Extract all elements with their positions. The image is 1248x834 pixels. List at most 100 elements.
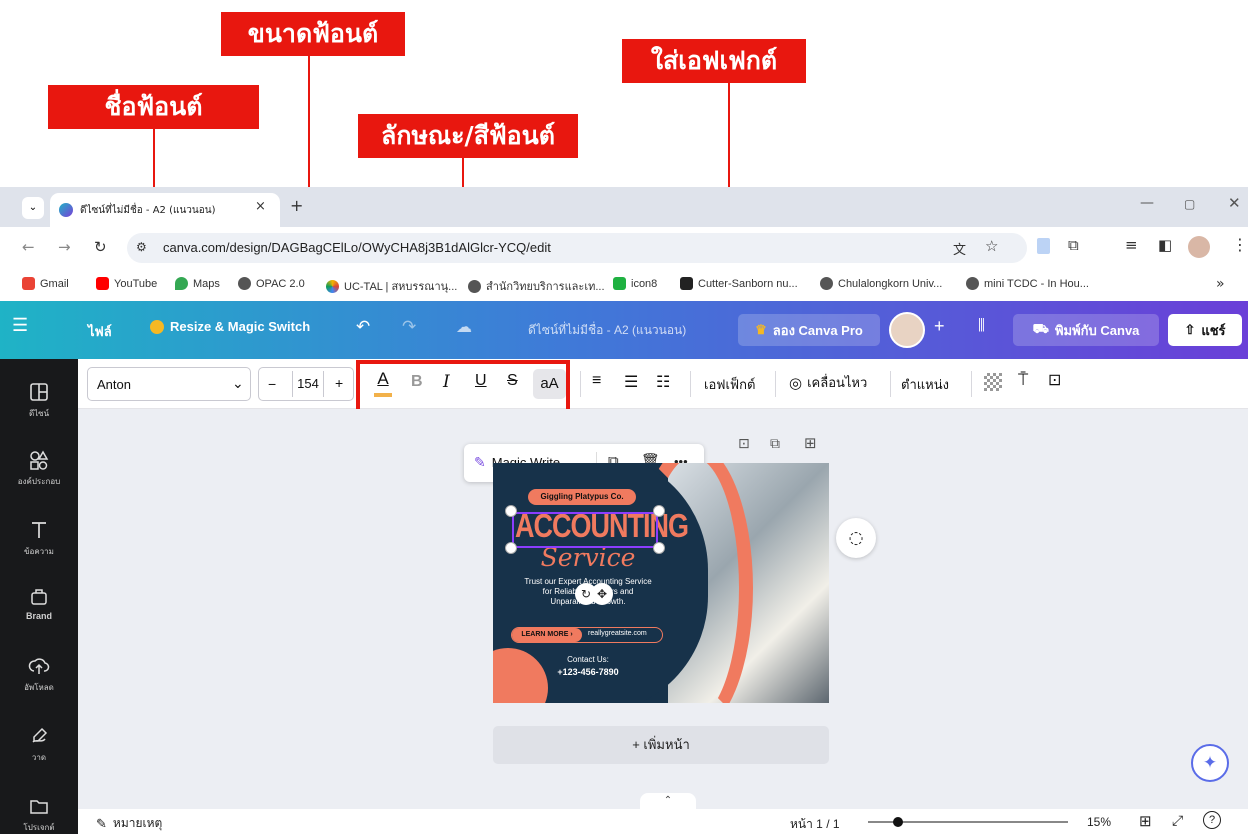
active-tab[interactable]: ดีไซน์ที่ไม่มีชื่อ - A2 (แนวนอน) ×	[50, 193, 280, 227]
add-page-button[interactable]: + เพิ่มหน้า	[493, 726, 829, 764]
try-canva-pro-button[interactable]: ♛ ลอง Canva Pro	[738, 314, 880, 346]
lock-icon[interactable]: ⊡	[1048, 370, 1061, 390]
sidebar-item-text[interactable]: ข้อความ	[0, 519, 78, 558]
status-bar: ✎ หมายเหตุ หน้า 1 / 1 15% ⊞ ⤢ ?	[78, 809, 1248, 834]
sidebar-item-brand[interactable]: Brand	[0, 585, 78, 621]
font-size-stepper[interactable]: − 154 +	[258, 367, 354, 401]
help-icon[interactable]: ?	[1203, 811, 1221, 829]
font-size-increase-button[interactable]: +	[335, 375, 343, 391]
bookmark-office[interactable]: สำนักวิทยบริการและเท...	[468, 277, 605, 295]
selection-handle[interactable]	[653, 505, 665, 517]
font-family-select[interactable]: Anton ⌄	[87, 367, 251, 401]
align-left-icon[interactable]: ≡	[592, 372, 601, 390]
sidebar-item-elements[interactable]: องค์ประกอบ	[0, 449, 78, 488]
bookmark-youtube[interactable]: YouTube	[96, 277, 157, 290]
reload-icon[interactable]: ↻	[94, 238, 107, 256]
share-upload-icon: ⇧	[1184, 322, 1196, 337]
selection-handle[interactable]	[653, 542, 665, 554]
minimize-icon[interactable]: —	[1140, 195, 1154, 211]
site-info-icon[interactable]: ⚙	[136, 240, 147, 254]
font-size-input[interactable]: 154	[292, 371, 324, 397]
magic-assistant-icon[interactable]: ✦	[1191, 744, 1229, 782]
paint-roller-icon[interactable]: ⍑	[1018, 370, 1028, 390]
callout-font-style: ลักษณะ/สีฟ้อนต์	[358, 114, 578, 158]
bookmark-icon8[interactable]: icon8	[613, 277, 657, 290]
show-pages-chevron-icon[interactable]: ⌃	[640, 793, 696, 809]
draw-icon	[32, 727, 48, 743]
sidebar-item-upload[interactable]: อัพโหลด	[0, 655, 78, 694]
bookmark-star-icon[interactable]: ☆	[985, 237, 998, 255]
user-avatar[interactable]	[889, 312, 925, 348]
extensions-icon[interactable]: ⧉	[1068, 236, 1079, 254]
position-button[interactable]: ตำแหน่ง	[901, 374, 949, 395]
phone-number: +123-456-7890	[557, 667, 619, 677]
cloud-saved-icon[interactable]: ☁	[456, 317, 472, 337]
window-close-icon[interactable]: ✕	[1228, 194, 1241, 212]
add-comment-icon[interactable]: ◌	[836, 518, 876, 558]
bookmark-gmail[interactable]: Gmail	[22, 277, 69, 290]
sidebar-item-draw[interactable]: วาด	[0, 725, 78, 764]
zoom-value[interactable]: 15%	[1087, 815, 1111, 829]
move-handle-icon[interactable]: ✥	[591, 583, 613, 605]
transparency-icon[interactable]	[984, 373, 1002, 391]
redo-icon[interactable]: ↷	[402, 317, 416, 337]
bookmark-chula[interactable]: Chulalongkorn Univ...	[820, 277, 942, 290]
animate-button[interactable]: ◎ เคลื่อนไหว	[789, 372, 867, 393]
contact-label: Contact Us:	[567, 655, 609, 664]
bullet-list-icon[interactable]: ☰	[624, 372, 638, 392]
reading-list-icon[interactable]: ≡	[1125, 236, 1138, 254]
file-menu[interactable]: ไฟล์	[88, 321, 112, 342]
side-panel-icon[interactable]: ◧	[1158, 236, 1172, 254]
insights-icon[interactable]: ⫼	[978, 317, 985, 334]
forward-icon[interactable]: →	[58, 238, 71, 256]
text-selection-box[interactable]	[512, 512, 658, 548]
new-tab-icon[interactable]: +	[290, 196, 303, 215]
sidebar-item-projects[interactable]: โปรเจกต์	[0, 795, 78, 834]
back-icon[interactable]: ←	[22, 238, 35, 256]
bookmark-tcdc[interactable]: mini TCDC - In Hou...	[966, 277, 1089, 290]
page-lock-icon[interactable]: ⊡	[738, 436, 750, 452]
selection-handle[interactable]	[505, 542, 517, 554]
toolbar-divider	[690, 371, 691, 397]
zoom-slider[interactable]	[868, 817, 1068, 827]
youtube-icon	[96, 277, 109, 290]
fullscreen-icon[interactable]: ⤢	[1172, 812, 1183, 829]
resize-magic-switch-button[interactable]: Resize & Magic Switch	[150, 319, 310, 334]
document-title[interactable]: ดีไซน์ที่ไม่มีชื่อ - A2 (แนวนอน)	[528, 321, 686, 340]
menu-icon[interactable]: ☰	[12, 315, 28, 336]
notes-button[interactable]: ✎ หมายเหตุ	[96, 814, 162, 833]
sidebar-item-design[interactable]: ดีไซน์	[0, 381, 78, 420]
undo-icon[interactable]: ↶	[356, 317, 370, 337]
extension-doc-icon[interactable]	[1037, 238, 1050, 254]
url-field[interactable]: ⚙ canva.com/design/DAGBagCElLo/OWyCHA8j3…	[127, 233, 1027, 263]
restore-icon[interactable]: ▢	[1184, 197, 1195, 211]
browser-menu-icon[interactable]: ⋮	[1232, 235, 1248, 254]
bookmark-opac[interactable]: OPAC 2.0	[238, 277, 305, 290]
page-add-icon[interactable]: ⊞	[804, 434, 817, 452]
grid-view-icon[interactable]: ⊞	[1139, 812, 1152, 830]
design-page[interactable]: Giggling Platypus Co. ACCOUNTING Service…	[493, 463, 829, 703]
bookmark-maps[interactable]: Maps	[175, 277, 220, 290]
font-size-decrease-button[interactable]: −	[268, 376, 276, 392]
share-button[interactable]: ⇧ แชร์	[1168, 314, 1242, 346]
magic-wand-icon: ✎	[474, 454, 486, 470]
bookmarks-more[interactable]: »	[1216, 276, 1225, 292]
page-duplicate-icon[interactable]: ⧉	[770, 436, 780, 452]
print-with-canva-button[interactable]: ⛟ พิมพ์กับ Canva	[1013, 314, 1159, 346]
folder-icon	[30, 800, 48, 814]
zoom-slider-thumb[interactable]	[893, 817, 903, 827]
upload-icon	[28, 658, 50, 674]
effects-button[interactable]: เอฟเฟ็กต์	[704, 374, 755, 395]
bookmark-uctal[interactable]: UC-TAL | สหบรรณานุ...	[326, 277, 457, 295]
learn-more-pill: LEARN MORE › reallygreatsite.com	[511, 627, 663, 643]
bookmark-cutter[interactable]: Cutter-Sanborn nu...	[680, 277, 798, 290]
tab-search-button[interactable]: ⌄	[22, 197, 44, 219]
translate-icon[interactable]: 文	[953, 239, 966, 258]
layout-icon	[30, 383, 48, 401]
page-indicator[interactable]: หน้า 1 / 1	[790, 815, 840, 834]
spacing-icon[interactable]: ☷	[656, 372, 670, 392]
add-collaborator-icon[interactable]: +	[934, 316, 945, 337]
selection-handle[interactable]	[505, 505, 517, 517]
profile-avatar[interactable]	[1188, 236, 1210, 258]
tab-close-icon[interactable]: ×	[255, 199, 266, 214]
